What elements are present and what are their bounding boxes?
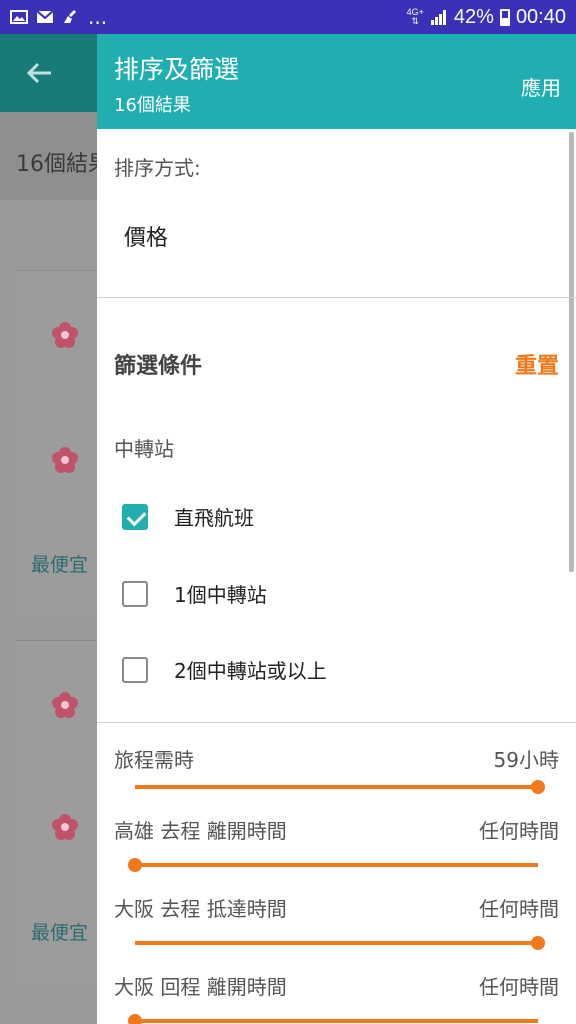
checkbox[interactable] <box>122 656 148 683</box>
status-notifications: ... <box>10 5 107 29</box>
status-bar: ... 4G+ ⇅ 42% 00:40 <box>0 0 576 34</box>
option-label: 2個中轉站或以上 <box>174 659 327 683</box>
back-arrow-icon[interactable] <box>24 58 54 88</box>
slider-thumb[interactable] <box>128 1014 142 1024</box>
option-label: 直飛航班 <box>174 506 254 530</box>
slider-label: 大阪 去程 抵達時間 <box>114 897 287 921</box>
slider-thumb[interactable] <box>531 936 545 950</box>
slider-label: 高雄 去程 離開時間 <box>114 819 287 843</box>
stops-option-two-plus[interactable]: 2個中轉站或以上 <box>122 655 327 684</box>
slider-value: 任何時間 <box>479 819 559 843</box>
image-icon <box>10 10 28 24</box>
stops-option-direct[interactable]: 直飛航班 <box>122 502 254 531</box>
sort-option-price[interactable]: 價格 <box>124 220 168 252</box>
clock: 00:40 <box>515 5 566 28</box>
slider-thumb[interactable] <box>128 858 142 872</box>
slider-label: 旅程需時 <box>114 748 194 772</box>
sort-label: 排序方式: <box>114 156 201 180</box>
broom-icon <box>64 10 76 23</box>
divider <box>97 297 576 298</box>
signal-icon <box>430 10 446 25</box>
airline-logo-icon <box>52 814 78 840</box>
network-type: 4G+ ⇅ <box>406 7 424 26</box>
slider-thumb[interactable] <box>531 780 545 794</box>
overflow-dots: ... <box>88 5 108 29</box>
drawer-header: 排序及篩選 16個結果 應用 <box>97 34 576 129</box>
background-cheapest-label: 最便宜 <box>31 554 89 576</box>
slider-value: 59小時 <box>493 748 559 772</box>
results-count: 16個結果 <box>114 95 191 116</box>
duration-slider[interactable] <box>135 780 545 794</box>
airline-logo-icon <box>52 322 78 348</box>
background-results-count: 16個結果 <box>16 152 110 177</box>
drawer-title: 排序及篩選 <box>114 55 240 84</box>
mail-icon <box>36 10 54 23</box>
option-label: 1個中轉站 <box>174 583 267 607</box>
slider-value: 任何時間 <box>479 975 559 999</box>
sort-filter-drawer: 排序及篩選 16個結果 應用 排序方式: 價格 篩選條件 重置 中轉站 直飛航班… <box>97 34 576 1024</box>
airline-logo-icon <box>52 447 78 473</box>
arrow-left-icon <box>26 62 51 84</box>
divider <box>97 722 576 723</box>
drawer-scrollbar[interactable] <box>569 132 574 572</box>
slider-value: 任何時間 <box>479 897 559 921</box>
status-system: 4G+ ⇅ 42% 00:40 <box>407 6 566 29</box>
return-depart-slider[interactable] <box>128 1014 538 1024</box>
background-cheapest-label: 最便宜 <box>31 922 89 944</box>
filter-section-title: 篩選條件 <box>114 354 203 379</box>
slider-label: 大阪 回程 離開時間 <box>114 975 287 999</box>
apply-button[interactable]: 應用 <box>521 72 561 101</box>
outbound-arrive-slider[interactable] <box>135 936 545 950</box>
checkbox[interactable] <box>122 503 148 530</box>
airline-logo-icon <box>52 692 78 718</box>
battery-icon <box>499 8 510 26</box>
stops-label: 中轉站 <box>114 437 174 461</box>
checkbox[interactable] <box>122 580 148 607</box>
outbound-depart-slider[interactable] <box>128 858 538 872</box>
battery-percent: 42% <box>453 5 494 28</box>
reset-button[interactable]: 重置 <box>515 348 559 380</box>
stops-option-one[interactable]: 1個中轉站 <box>122 579 267 608</box>
